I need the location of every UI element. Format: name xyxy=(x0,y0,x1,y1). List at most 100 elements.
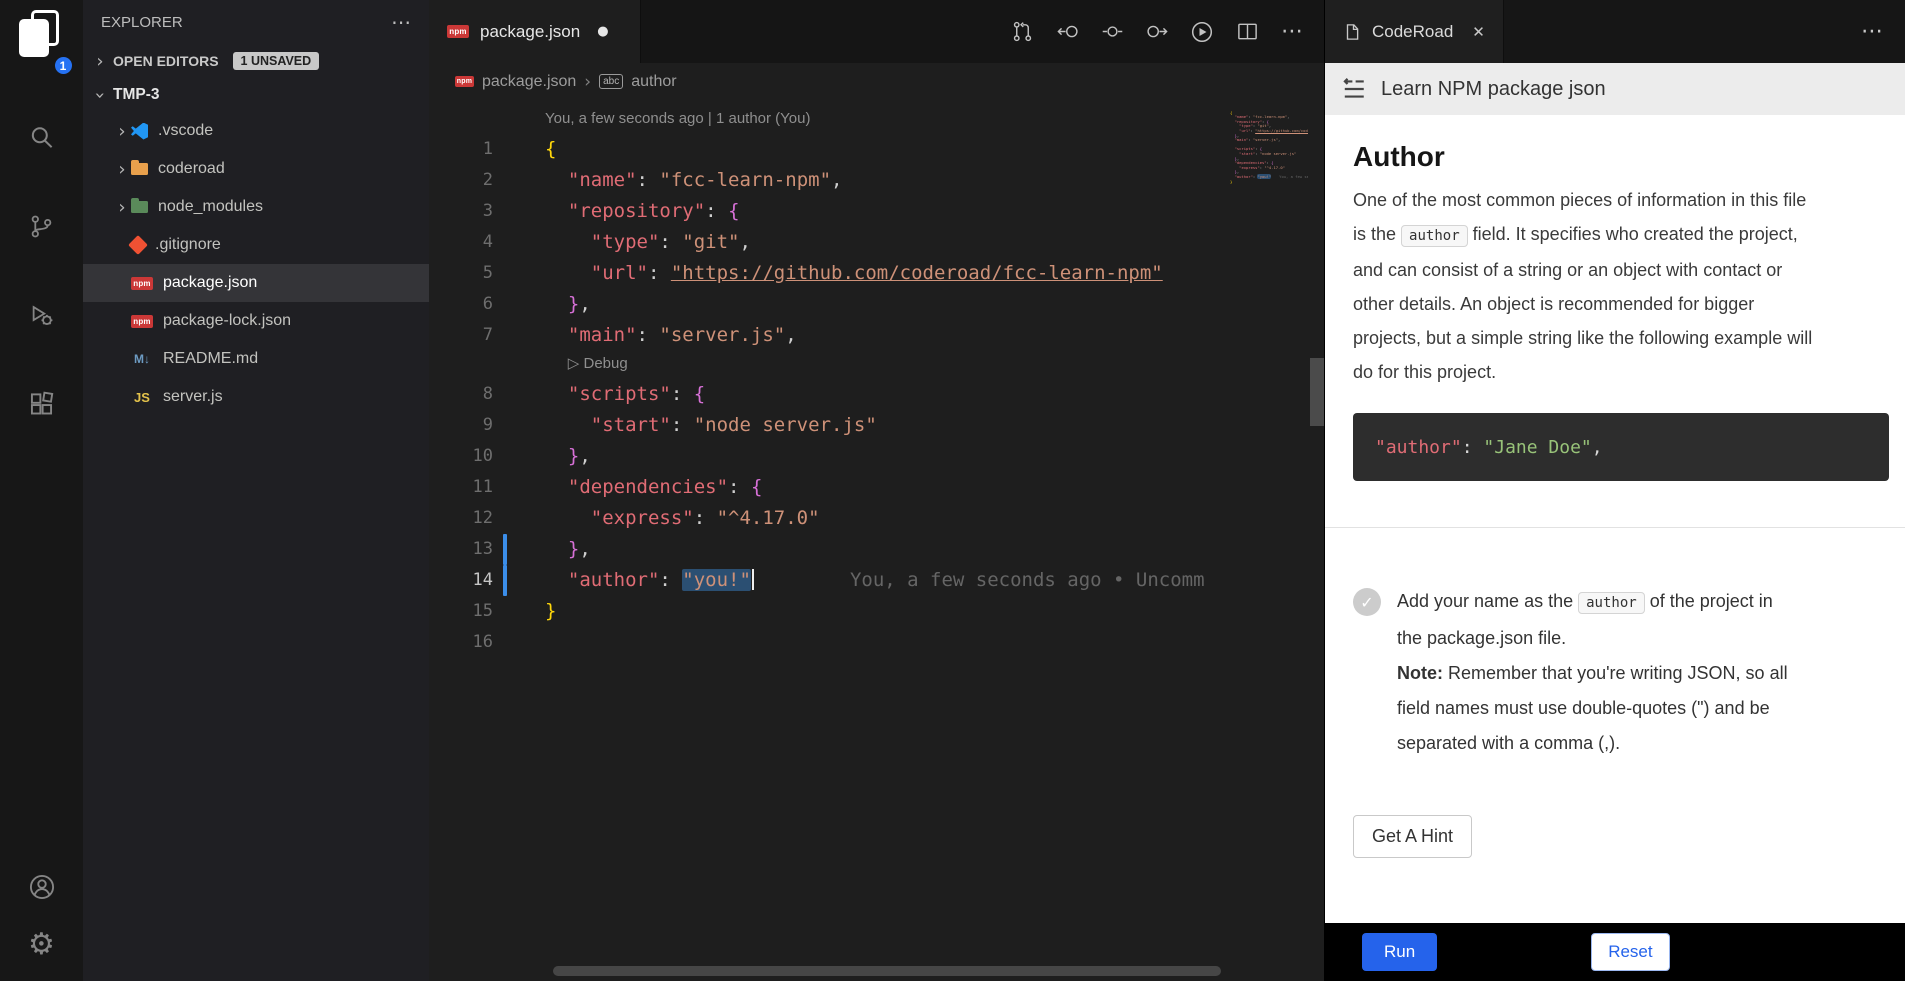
extensions-icon[interactable] xyxy=(18,380,66,428)
minimap-line: "start": "node server.js" xyxy=(1230,152,1308,157)
code-line-5[interactable]: 5 "url": "https://github.com/coderoad/fc… xyxy=(429,258,1324,289)
code-line-9[interactable]: 9 "start": "node server.js" xyxy=(429,410,1324,441)
file-label: server.js xyxy=(163,388,223,406)
file-item-README.md[interactable]: ›README.md xyxy=(83,340,429,378)
run-button[interactable]: Run xyxy=(1362,933,1437,971)
line-number: 8 xyxy=(429,379,493,410)
file-label: .gitignore xyxy=(155,236,221,254)
breadcrumb[interactable]: package.json › abc author xyxy=(429,63,1324,100)
minimap[interactable]: { "name": "fcc-learn-npm", "repository":… xyxy=(1230,106,1308,189)
code-line-12[interactable]: 12 "express": "^4.17.0" xyxy=(429,503,1324,534)
file-label: node_modules xyxy=(158,198,263,216)
code-line-1[interactable]: 1{ xyxy=(429,134,1324,165)
line-number: 3 xyxy=(429,196,493,227)
breadcrumb-file[interactable]: package.json xyxy=(482,73,576,91)
explorer-title: EXPLORER xyxy=(101,14,183,31)
file-label: .vscode xyxy=(158,122,213,140)
folder-green-icon xyxy=(131,201,148,213)
coderoad-header: Learn NPM package json xyxy=(1325,63,1905,115)
file-item-.gitignore[interactable]: ›.gitignore xyxy=(83,226,429,264)
code-line-14[interactable]: 14 "author": "you!"You, a few seconds ag… xyxy=(429,565,1324,596)
close-icon[interactable]: ✕ xyxy=(1472,23,1485,41)
codelens-authors[interactable]: You, a few seconds ago | 1 author (You) xyxy=(429,106,1324,134)
webview-file-icon xyxy=(1343,23,1361,41)
minimap-code: { "name": "fcc-learn-npm", "repository":… xyxy=(1230,106,1308,189)
code-line-13[interactable]: 13 }, xyxy=(429,534,1324,565)
file-item-package.json[interactable]: ›package.json xyxy=(83,264,429,302)
split-editor-icon[interactable] xyxy=(1235,20,1259,44)
file-item-node_modules[interactable]: › node_modules xyxy=(83,188,429,226)
lesson-heading: Author xyxy=(1353,141,1889,173)
coderoad-footer: Run Reset xyxy=(1325,923,1905,981)
open-changes-icon[interactable] xyxy=(1100,20,1124,44)
code-line-8[interactable]: 8 "scripts": { xyxy=(429,379,1324,410)
code-line-6[interactable]: 6 }, xyxy=(429,289,1324,320)
run-debug-icon[interactable] xyxy=(18,291,66,339)
accounts-icon[interactable] xyxy=(18,863,66,911)
line-number: 2 xyxy=(429,165,493,196)
compare-changes-icon[interactable] xyxy=(1010,20,1034,44)
code-line-11[interactable]: 11 "dependencies": { xyxy=(429,472,1324,503)
line-number: 11 xyxy=(429,472,493,503)
code-line-2[interactable]: 2 "name": "fcc-learn-npm", xyxy=(429,165,1324,196)
file-item-.vscode[interactable]: › .vscode xyxy=(83,112,429,150)
task-note-label: Note: xyxy=(1397,663,1443,683)
chevron-right-icon: › xyxy=(113,197,131,218)
chevron-right-icon: › xyxy=(113,121,131,142)
chevron-right-icon: › xyxy=(91,51,109,72)
code-line-16[interactable]: 16 xyxy=(429,627,1324,658)
code-line-4[interactable]: 4 "type": "git", xyxy=(429,227,1324,258)
npm-icon xyxy=(131,315,153,328)
previous-change-icon[interactable] xyxy=(1055,20,1079,44)
code-line-7[interactable]: 7 "main": "server.js", xyxy=(429,320,1324,351)
code-line-10[interactable]: 10 }, xyxy=(429,441,1324,472)
minimap-line: "author": "you!"You, a few seconds ago •… xyxy=(1230,175,1308,180)
lesson-title: Learn NPM package json xyxy=(1381,78,1606,101)
workspace-root-label: TMP-3 xyxy=(113,86,160,104)
open-editors-section[interactable]: › OPEN EDITORS 1 UNSAVED xyxy=(83,44,429,78)
explorer-more-actions-icon[interactable]: ⋯ xyxy=(391,10,411,34)
source-control-icon[interactable] xyxy=(18,202,66,250)
vscode-window: 1 ⚙ EXPLORER ⋯ xyxy=(0,0,1905,981)
next-change-icon[interactable] xyxy=(1145,20,1169,44)
get-a-hint-button[interactable]: Get A Hint xyxy=(1353,815,1472,858)
breadcrumb-symbol[interactable]: author xyxy=(631,73,676,91)
code-comma: , xyxy=(1592,437,1603,458)
line-number: 7 xyxy=(429,320,493,351)
activity-bar-bottom: ⚙ xyxy=(18,863,66,981)
search-icon[interactable] xyxy=(18,113,66,161)
vertical-scrollbar[interactable] xyxy=(1310,358,1324,426)
activity-explorer-button[interactable]: 1 xyxy=(14,8,70,72)
unsaved-dot-icon[interactable]: ● xyxy=(597,24,608,39)
settings-gear-icon[interactable]: ⚙ xyxy=(18,921,66,969)
minimap-line xyxy=(1230,184,1308,189)
panel-more-actions-icon[interactable]: ⋯ xyxy=(1861,19,1905,44)
files-front-page-icon xyxy=(19,19,49,57)
code-editor[interactable]: You, a few seconds ago | 1 author (You)1… xyxy=(429,100,1324,981)
code-line-3[interactable]: 3 "repository": { xyxy=(429,196,1324,227)
code-line-15[interactable]: 15} xyxy=(429,596,1324,627)
file-label: package-lock.json xyxy=(163,312,291,330)
file-item-coderoad[interactable]: ›coderoad xyxy=(83,150,429,188)
tab-coderoad[interactable]: CodeRoad ✕ xyxy=(1325,0,1504,63)
line-number: 5 xyxy=(429,258,493,289)
more-actions-icon[interactable]: ⋯ xyxy=(1280,20,1304,44)
folder-orange-icon xyxy=(131,163,148,175)
coderoad-menu-back-icon[interactable] xyxy=(1341,76,1367,102)
code-key: "author" xyxy=(1375,437,1462,458)
breadcrumb-separator-icon: › xyxy=(584,72,591,92)
file-tree: › .vscode ›coderoad › node_modules ›.gitignor… xyxy=(83,112,429,981)
codelens-debug[interactable]: ▷ Debug xyxy=(429,351,1324,379)
run-file-icon[interactable] xyxy=(1190,20,1214,44)
file-label: coderoad xyxy=(158,160,225,178)
markdown-icon xyxy=(131,350,153,368)
minimap-line: "url": "https://github.com/coderoad/fcc-… xyxy=(1230,129,1308,134)
line-number: 14 xyxy=(429,565,493,596)
horizontal-scrollbar[interactable] xyxy=(553,966,1221,976)
tab-package-json[interactable]: package.json ● xyxy=(429,0,641,63)
workspace-root[interactable]: › TMP-3 xyxy=(83,78,429,112)
reset-button[interactable]: Reset xyxy=(1591,933,1669,971)
file-item-server.js[interactable]: ›server.js xyxy=(83,378,429,416)
file-item-package-lock.json[interactable]: ›package-lock.json xyxy=(83,302,429,340)
inline-code-chip: author xyxy=(1401,225,1468,247)
